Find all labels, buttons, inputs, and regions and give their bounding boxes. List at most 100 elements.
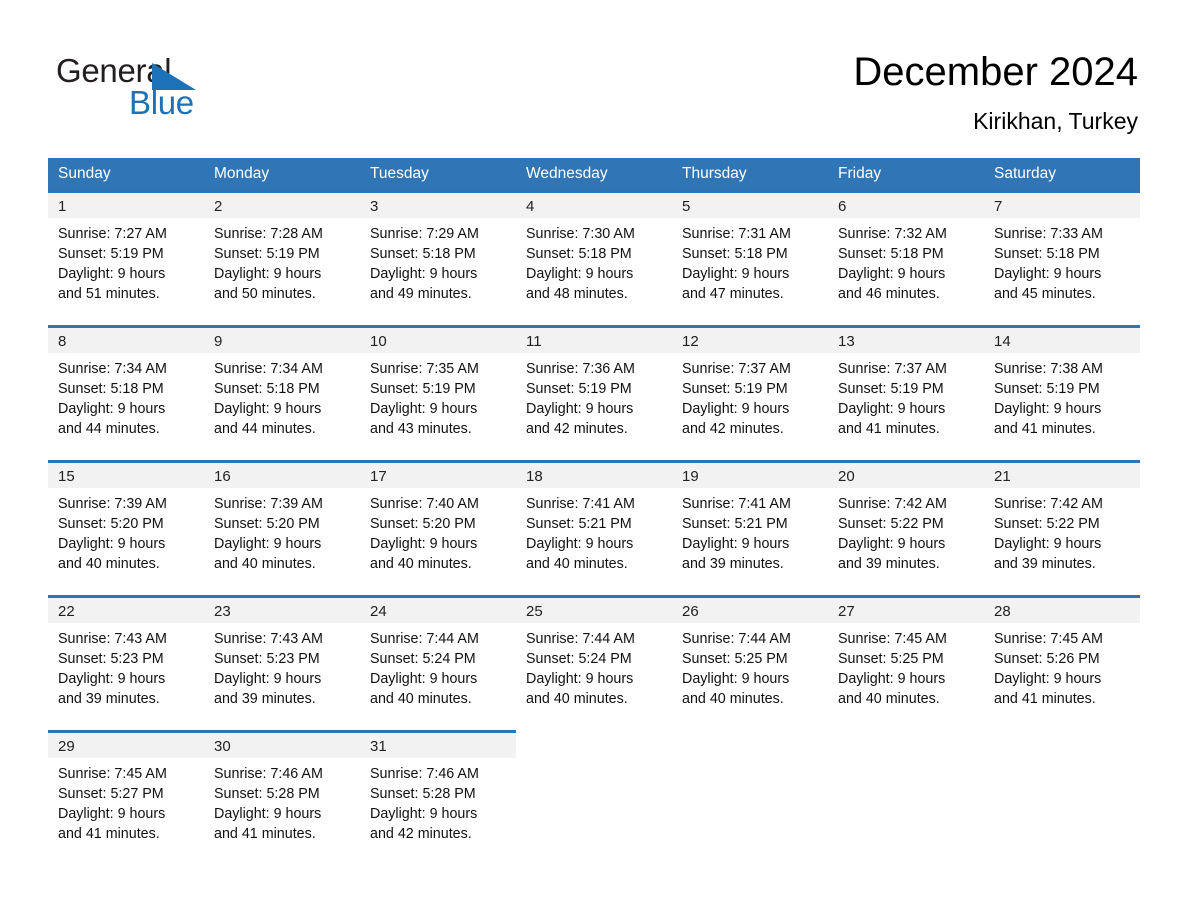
daylight-text-line1: Daylight: 9 hours xyxy=(214,536,322,552)
day-cell[interactable]: 14 Sunrise: 7:38 AM Sunset: 5:19 PM Dayl… xyxy=(984,325,1140,462)
day-number: 20 xyxy=(828,463,984,488)
day-cell[interactable]: 20 Sunrise: 7:42 AM Sunset: 5:22 PM Dayl… xyxy=(828,460,984,597)
sunrise-text: Sunrise: 7:43 AM xyxy=(58,631,167,647)
general-blue-logo: General Blue xyxy=(56,52,356,124)
daylight-text-line1: Daylight: 9 hours xyxy=(838,671,946,687)
daylight-text-line2: and 46 minutes. xyxy=(838,286,940,302)
day-cell[interactable]: 29 Sunrise: 7:45 AM Sunset: 5:27 PM Dayl… xyxy=(48,730,204,867)
sunset-text: Sunset: 5:18 PM xyxy=(370,246,476,262)
daylight-text-line1: Daylight: 9 hours xyxy=(838,401,946,417)
sunset-text: Sunset: 5:28 PM xyxy=(370,786,476,802)
daylight-text-line2: and 42 minutes. xyxy=(526,421,628,437)
sunset-text: Sunset: 5:18 PM xyxy=(526,246,632,262)
day-cell[interactable]: 25 Sunrise: 7:44 AM Sunset: 5:24 PM Dayl… xyxy=(516,595,672,732)
daylight-text-line1: Daylight: 9 hours xyxy=(682,266,790,282)
sunset-text: Sunset: 5:18 PM xyxy=(58,381,164,397)
sunrise-text: Sunrise: 7:42 AM xyxy=(994,496,1103,512)
day-number: 3 xyxy=(360,193,516,218)
sunrise-text: Sunrise: 7:30 AM xyxy=(526,226,635,242)
sunset-text: Sunset: 5:24 PM xyxy=(526,651,632,667)
day-cell[interactable]: 28 Sunrise: 7:45 AM Sunset: 5:26 PM Dayl… xyxy=(984,595,1140,732)
sunrise-text: Sunrise: 7:36 AM xyxy=(526,361,635,377)
day-cell[interactable]: 23 Sunrise: 7:43 AM Sunset: 5:23 PM Dayl… xyxy=(204,595,360,732)
day-cell[interactable]: 26 Sunrise: 7:44 AM Sunset: 5:25 PM Dayl… xyxy=(672,595,828,732)
sunrise-text: Sunrise: 7:39 AM xyxy=(214,496,323,512)
day-cell[interactable]: 16 Sunrise: 7:39 AM Sunset: 5:20 PM Dayl… xyxy=(204,460,360,597)
daylight-text-line2: and 40 minutes. xyxy=(526,691,628,707)
daylight-text-line2: and 51 minutes. xyxy=(58,286,160,302)
day-cell[interactable]: 22 Sunrise: 7:43 AM Sunset: 5:23 PM Dayl… xyxy=(48,595,204,732)
day-cell[interactable]: 3 Sunrise: 7:29 AM Sunset: 5:18 PM Dayli… xyxy=(360,190,516,327)
sunrise-text: Sunrise: 7:42 AM xyxy=(838,496,947,512)
daylight-text-line2: and 50 minutes. xyxy=(214,286,316,302)
day-cell[interactable]: 18 Sunrise: 7:41 AM Sunset: 5:21 PM Dayl… xyxy=(516,460,672,597)
day-cell[interactable]: 17 Sunrise: 7:40 AM Sunset: 5:20 PM Dayl… xyxy=(360,460,516,597)
day-cell[interactable]: 30 Sunrise: 7:46 AM Sunset: 5:28 PM Dayl… xyxy=(204,730,360,867)
day-cell[interactable]: 21 Sunrise: 7:42 AM Sunset: 5:22 PM Dayl… xyxy=(984,460,1140,597)
day-cell[interactable]: 10 Sunrise: 7:35 AM Sunset: 5:19 PM Dayl… xyxy=(360,325,516,462)
sunrise-text: Sunrise: 7:46 AM xyxy=(370,766,479,782)
day-details: Sunrise: 7:34 AM Sunset: 5:18 PM Dayligh… xyxy=(48,353,204,439)
day-details: Sunrise: 7:34 AM Sunset: 5:18 PM Dayligh… xyxy=(204,353,360,439)
calendar-table: Sunday Monday Tuesday Wednesday Thursday… xyxy=(48,158,1140,867)
daylight-text-line1: Daylight: 9 hours xyxy=(994,671,1102,687)
daylight-text-line2: and 39 minutes. xyxy=(58,691,160,707)
sunrise-text: Sunrise: 7:46 AM xyxy=(214,766,323,782)
sunrise-text: Sunrise: 7:44 AM xyxy=(526,631,635,647)
sunrise-text: Sunrise: 7:34 AM xyxy=(214,361,323,377)
day-cell[interactable]: 15 Sunrise: 7:39 AM Sunset: 5:20 PM Dayl… xyxy=(48,460,204,597)
day-number: 8 xyxy=(48,328,204,353)
daylight-text-line1: Daylight: 9 hours xyxy=(994,401,1102,417)
daylight-text-line1: Daylight: 9 hours xyxy=(526,401,634,417)
sunset-text: Sunset: 5:20 PM xyxy=(370,516,476,532)
day-cell[interactable]: 31 Sunrise: 7:46 AM Sunset: 5:28 PM Dayl… xyxy=(360,730,516,867)
sunrise-text: Sunrise: 7:31 AM xyxy=(682,226,791,242)
sunrise-text: Sunrise: 7:38 AM xyxy=(994,361,1103,377)
page-title: December 2024 xyxy=(853,50,1138,94)
daylight-text-line1: Daylight: 9 hours xyxy=(58,806,166,822)
daylight-text-line2: and 47 minutes. xyxy=(682,286,784,302)
day-number: 23 xyxy=(204,598,360,623)
daylight-text-line1: Daylight: 9 hours xyxy=(214,266,322,282)
daylight-text-line2: and 43 minutes. xyxy=(370,421,472,437)
day-cell[interactable]: 24 Sunrise: 7:44 AM Sunset: 5:24 PM Dayl… xyxy=(360,595,516,732)
day-cell[interactable]: 11 Sunrise: 7:36 AM Sunset: 5:19 PM Dayl… xyxy=(516,325,672,462)
day-number: 25 xyxy=(516,598,672,623)
day-cell[interactable]: 2 Sunrise: 7:28 AM Sunset: 5:19 PM Dayli… xyxy=(204,190,360,327)
sunset-text: Sunset: 5:18 PM xyxy=(682,246,788,262)
daylight-text-line2: and 41 minutes. xyxy=(994,691,1096,707)
daylight-text-line2: and 41 minutes. xyxy=(994,421,1096,437)
daylight-text-line2: and 40 minutes. xyxy=(214,556,316,572)
day-details: Sunrise: 7:44 AM Sunset: 5:24 PM Dayligh… xyxy=(360,623,516,709)
day-number: 1 xyxy=(48,193,204,218)
sunset-text: Sunset: 5:23 PM xyxy=(214,651,320,667)
sunset-text: Sunset: 5:19 PM xyxy=(838,381,944,397)
daylight-text-line2: and 49 minutes. xyxy=(370,286,472,302)
day-cell[interactable]: 13 Sunrise: 7:37 AM Sunset: 5:19 PM Dayl… xyxy=(828,325,984,462)
day-cell[interactable]: 8 Sunrise: 7:34 AM Sunset: 5:18 PM Dayli… xyxy=(48,325,204,462)
daylight-text-line1: Daylight: 9 hours xyxy=(58,671,166,687)
day-cell[interactable]: 9 Sunrise: 7:34 AM Sunset: 5:18 PM Dayli… xyxy=(204,325,360,462)
weekday-header-sunday: Sunday xyxy=(48,158,204,192)
day-cell[interactable]: 6 Sunrise: 7:32 AM Sunset: 5:18 PM Dayli… xyxy=(828,190,984,327)
day-details: Sunrise: 7:43 AM Sunset: 5:23 PM Dayligh… xyxy=(204,623,360,709)
sunset-text: Sunset: 5:18 PM xyxy=(214,381,320,397)
day-cell[interactable]: 5 Sunrise: 7:31 AM Sunset: 5:18 PM Dayli… xyxy=(672,190,828,327)
day-cell[interactable]: 12 Sunrise: 7:37 AM Sunset: 5:19 PM Dayl… xyxy=(672,325,828,462)
day-cell[interactable]: 4 Sunrise: 7:30 AM Sunset: 5:18 PM Dayli… xyxy=(516,190,672,327)
day-cell[interactable]: 1 Sunrise: 7:27 AM Sunset: 5:19 PM Dayli… xyxy=(48,190,204,327)
day-number xyxy=(984,733,1140,758)
weekday-header-saturday: Saturday xyxy=(984,158,1140,192)
daylight-text-line2: and 41 minutes. xyxy=(214,826,316,842)
day-details: Sunrise: 7:31 AM Sunset: 5:18 PM Dayligh… xyxy=(672,218,828,304)
daylight-text-line1: Daylight: 9 hours xyxy=(58,401,166,417)
daylight-text-line2: and 40 minutes. xyxy=(58,556,160,572)
day-cell[interactable]: 19 Sunrise: 7:41 AM Sunset: 5:21 PM Dayl… xyxy=(672,460,828,597)
day-details: Sunrise: 7:42 AM Sunset: 5:22 PM Dayligh… xyxy=(984,488,1140,574)
day-details: Sunrise: 7:42 AM Sunset: 5:22 PM Dayligh… xyxy=(828,488,984,574)
day-number: 11 xyxy=(516,328,672,353)
calendar-page: General Blue December 2024 Kirikhan, Tur… xyxy=(0,0,1188,918)
sunset-text: Sunset: 5:22 PM xyxy=(838,516,944,532)
day-cell[interactable]: 27 Sunrise: 7:45 AM Sunset: 5:25 PM Dayl… xyxy=(828,595,984,732)
day-cell[interactable]: 7 Sunrise: 7:33 AM Sunset: 5:18 PM Dayli… xyxy=(984,190,1140,327)
